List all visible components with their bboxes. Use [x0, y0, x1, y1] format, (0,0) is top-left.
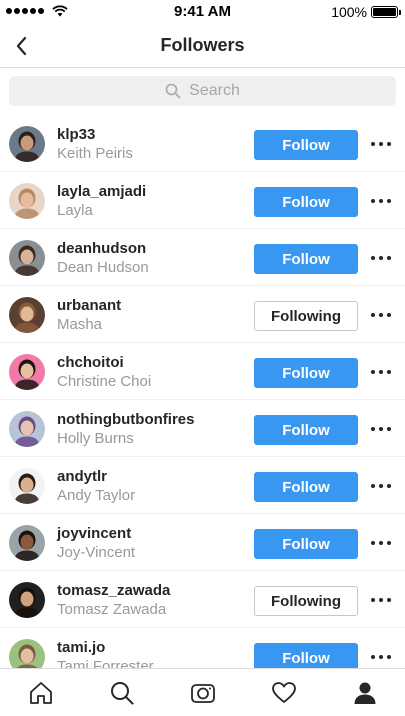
user-info: joyvincent Joy-Vincent [57, 525, 135, 562]
user-info: andytlr Andy Taylor [57, 468, 135, 505]
more-options-icon[interactable] [371, 256, 391, 262]
follower-row[interactable]: joyvincent Joy-Vincent Follow [0, 514, 405, 571]
user-info: klp33 Keith Peiris [57, 126, 133, 163]
full-name: Andy Taylor [57, 487, 136, 504]
follow-button[interactable]: Follow [254, 415, 358, 445]
more-options-icon[interactable] [371, 199, 391, 205]
profile-icon [354, 682, 375, 704]
navigation-bar: Followers [0, 24, 405, 68]
username[interactable]: layla_amjadi [57, 183, 146, 201]
more-options-icon[interactable] [371, 142, 391, 148]
full-name: Joy-Vincent [57, 544, 136, 561]
more-options-icon[interactable] [371, 655, 391, 661]
username[interactable]: tami.jo [57, 639, 154, 657]
user-info: deanhudson Dean Hudson [57, 240, 149, 277]
battery-icon [371, 6, 401, 18]
following-button[interactable]: Following [254, 301, 358, 331]
avatar[interactable] [9, 411, 45, 447]
follow-button[interactable]: Follow [254, 358, 358, 388]
follower-row[interactable]: andytlr Andy Taylor Follow [0, 457, 405, 514]
follow-button[interactable]: Follow [254, 130, 358, 160]
username[interactable]: andytlr [57, 468, 135, 486]
search-placeholder: Search [189, 82, 240, 99]
username[interactable]: klp33 [57, 126, 133, 144]
avatar[interactable] [9, 126, 45, 162]
search-input[interactable]: Search [9, 76, 396, 106]
home-icon [29, 681, 52, 704]
follower-row[interactable]: nothingbutbonfires Holly Burns Follow [0, 400, 405, 457]
follow-button[interactable]: Follow [254, 187, 358, 217]
page-title: Followers [160, 35, 245, 55]
battery-percentage: 100% [331, 4, 367, 20]
status-bar: 9:41 AM 100% [0, 0, 405, 24]
username[interactable]: deanhudson [57, 240, 149, 258]
avatar[interactable] [9, 183, 45, 219]
full-name: Tami Forrester [57, 658, 154, 668]
full-name: Keith Peiris [57, 145, 133, 162]
avatar[interactable] [9, 468, 45, 504]
more-options-icon[interactable] [371, 541, 391, 547]
user-info: urbanant Masha [57, 297, 121, 334]
username[interactable]: chchoitoi [57, 354, 151, 372]
heart-icon [271, 681, 296, 703]
follower-row[interactable]: chchoitoi Christine Choi Follow [0, 343, 405, 400]
follower-row[interactable]: deanhudson Dean Hudson Follow [0, 229, 405, 286]
followers-list: klp33 Keith Peiris Follow layla_amjadi Layla… [0, 115, 405, 668]
full-name: Dean Hudson [57, 259, 149, 276]
avatar[interactable] [9, 582, 45, 618]
full-name: Christine Choi [57, 373, 152, 390]
tab-camera[interactable] [162, 669, 243, 716]
username[interactable]: urbanant [57, 297, 121, 315]
follower-row[interactable]: tomasz_zawada Tomasz Zawada Following [0, 571, 405, 628]
username[interactable]: tomasz_zawada [57, 582, 170, 600]
follow-button[interactable]: Follow [254, 643, 358, 668]
following-button[interactable]: Following [254, 586, 358, 616]
more-options-icon[interactable] [371, 598, 391, 604]
follower-row[interactable]: klp33 Keith Peiris Follow [0, 115, 405, 172]
follower-row[interactable]: tami.jo Tami Forrester Follow [0, 628, 405, 668]
full-name: Masha [57, 316, 103, 333]
search-icon [165, 83, 181, 99]
user-info: layla_amjadi Layla [57, 183, 146, 220]
more-options-icon[interactable] [371, 427, 391, 433]
avatar[interactable] [9, 354, 45, 390]
search-icon [110, 681, 133, 704]
username[interactable]: joyvincent [57, 525, 135, 543]
camera-icon [190, 683, 215, 703]
user-info: nothingbutbonfires Holly Burns [57, 411, 194, 448]
username[interactable]: nothingbutbonfires [57, 411, 194, 429]
user-info: tomasz_zawada Tomasz Zawada [57, 582, 170, 619]
follower-row[interactable]: urbanant Masha Following [0, 286, 405, 343]
follow-button[interactable]: Follow [254, 244, 358, 274]
tab-activity[interactable] [243, 669, 324, 716]
more-options-icon[interactable] [371, 370, 391, 376]
tab-search[interactable] [81, 669, 162, 716]
full-name: Tomasz Zawada [57, 601, 167, 618]
full-name: Holly Burns [57, 430, 134, 447]
full-name: Layla [57, 202, 93, 219]
user-info: chchoitoi Christine Choi [57, 354, 151, 391]
avatar[interactable] [9, 240, 45, 276]
more-options-icon[interactable] [371, 313, 391, 319]
user-info: tami.jo Tami Forrester [57, 639, 154, 668]
avatar[interactable] [9, 639, 45, 668]
tab-home[interactable] [0, 669, 81, 716]
follow-button[interactable]: Follow [254, 529, 358, 559]
avatar[interactable] [9, 297, 45, 333]
tab-bar [0, 668, 405, 716]
tab-profile[interactable] [324, 669, 405, 716]
more-options-icon[interactable] [371, 484, 391, 490]
follow-button[interactable]: Follow [254, 472, 358, 502]
follower-row[interactable]: layla_amjadi Layla Follow [0, 172, 405, 229]
avatar[interactable] [9, 525, 45, 561]
